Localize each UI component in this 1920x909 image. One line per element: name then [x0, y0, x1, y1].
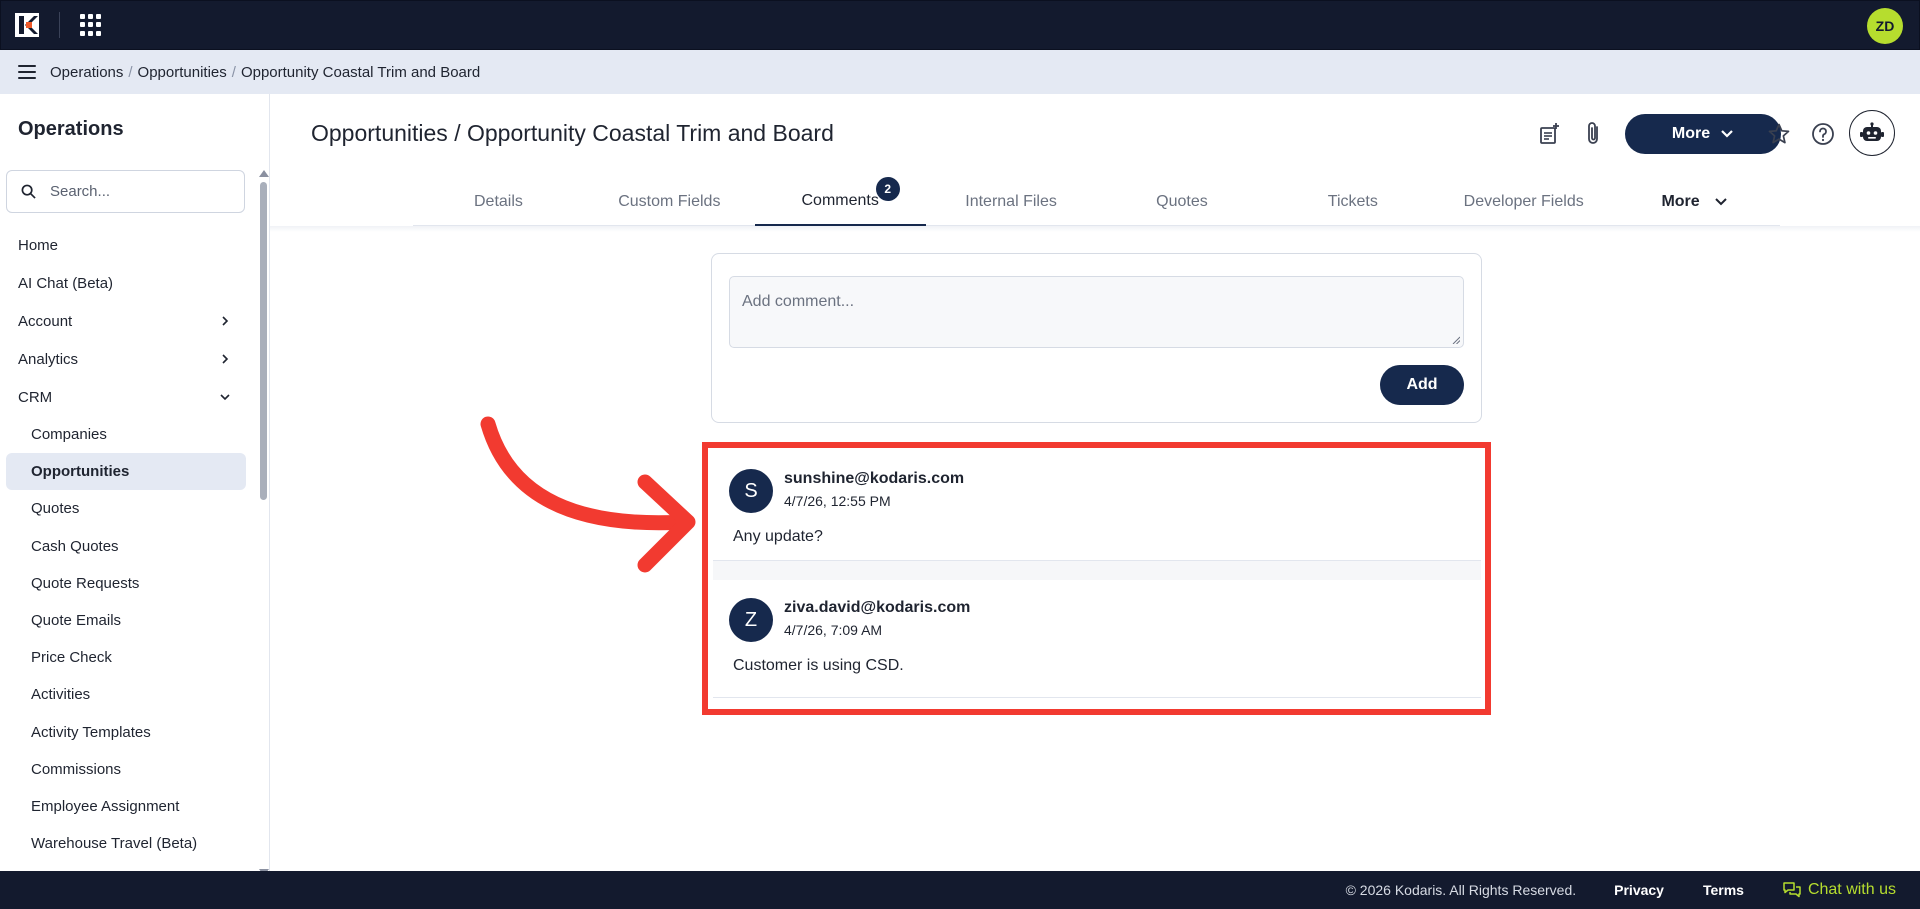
tab-bar-shadow — [270, 226, 1920, 232]
page-title: Opportunities / Opportunity Coastal Trim… — [311, 120, 834, 146]
sidebar-title: Operations — [18, 118, 124, 140]
comment-item: S sunshine@kodaris.com 4/7/26, 12:55 PM … — [713, 451, 1481, 569]
comment-author: ziva.david@kodaris.com — [784, 599, 971, 616]
sidebar: Operations Home AI Chat (Beta) Account A… — [0, 94, 270, 876]
sidebar-item-account[interactable]: Account — [0, 302, 252, 340]
help-icon[interactable] — [1809, 120, 1837, 148]
tab-quotes[interactable]: Quotes — [1097, 178, 1268, 226]
tab-details[interactable]: Details — [413, 178, 584, 226]
sidebar-item-crm[interactable]: CRM — [0, 378, 252, 416]
sidebar-item-employee-assignment[interactable]: Employee Assignment — [0, 788, 252, 825]
breadcrumb-opportunities[interactable]: Opportunities — [138, 64, 227, 81]
comments-count-badge: 2 — [875, 177, 900, 201]
sidebar-item-quotes[interactable]: Quotes — [0, 490, 252, 527]
sidebar-item-label: Analytics — [18, 350, 79, 368]
sidebar-item-ai-chat[interactable]: AI Chat (Beta) — [0, 264, 252, 302]
note-add-icon[interactable] — [1535, 120, 1563, 148]
breadcrumb-separator: / — [128, 63, 133, 81]
comment-timestamp: 4/7/26, 7:09 AM — [784, 622, 883, 638]
comment-body: Customer is using CSD. — [733, 657, 904, 674]
sidebar-item-companies[interactable]: Companies — [0, 416, 252, 453]
sidebar-item-analytics[interactable]: Analytics — [0, 340, 252, 378]
comment-input[interactable] — [729, 276, 1464, 348]
search-input[interactable] — [50, 183, 230, 200]
star-icon[interactable] — [1765, 120, 1793, 148]
tab-comments-label: Comments — [801, 192, 879, 209]
sidebar-search[interactable] — [6, 170, 245, 213]
apps-grid-icon[interactable] — [80, 14, 102, 36]
tab-more[interactable]: More — [1609, 178, 1780, 226]
footer: © 2026 Kodaris. All Rights Reserved. Pri… — [0, 871, 1920, 909]
footer-terms-link[interactable]: Terms — [1703, 882, 1744, 898]
ai-assistant-button[interactable] — [1849, 110, 1895, 156]
comment-divider — [713, 560, 1481, 580]
sidebar-item-quote-emails[interactable]: Quote Emails — [0, 602, 252, 639]
tab-more-label: More — [1661, 193, 1700, 210]
sidebar-item-activities[interactable]: Activities — [0, 676, 252, 713]
attachment-icon[interactable] — [1580, 120, 1608, 148]
footer-copyright: © 2026 Kodaris. All Rights Reserved. — [1345, 882, 1577, 898]
sidebar-item-activity-templates[interactable]: Activity Templates — [0, 714, 252, 751]
chevron-down-icon — [220, 394, 230, 401]
sidebar-item-warehouse-travel[interactable]: Warehouse Travel (Beta) — [0, 825, 252, 862]
resize-grip-icon[interactable] — [1452, 336, 1460, 344]
tab-bar: Details Custom Fields Comments 2 Interna… — [413, 177, 1780, 226]
sidebar-item-label: Home — [18, 236, 59, 254]
sidebar-nav: Home AI Chat (Beta) Account Analytics CR… — [0, 226, 252, 862]
comment-avatar: S — [729, 469, 773, 513]
chevron-right-icon — [222, 316, 229, 326]
tab-comments[interactable]: Comments 2 — [754, 177, 926, 226]
sidebar-item-label: Account — [18, 312, 73, 330]
comment-timestamp: 4/7/26, 12:55 PM — [784, 493, 891, 509]
chevron-down-icon — [1714, 198, 1727, 206]
scroll-up-arrow[interactable] — [259, 170, 269, 177]
sidebar-item-quote-requests[interactable]: Quote Requests — [0, 565, 252, 602]
sidebar-item-price-check[interactable]: Price Check — [0, 639, 252, 676]
search-icon — [21, 184, 36, 199]
more-actions-label: More — [1671, 125, 1711, 142]
tab-developer-fields[interactable]: Developer Fields — [1438, 178, 1609, 226]
comment-composer: Add — [711, 253, 1482, 423]
sidebar-item-label: AI Chat (Beta) — [18, 274, 114, 292]
breadcrumb-separator: / — [231, 63, 236, 81]
comment-body: Any update? — [733, 528, 823, 545]
breadcrumb-bar: Operations / Opportunities / Opportunity… — [0, 50, 1920, 94]
chat-label: Chat with us — [1807, 881, 1896, 898]
more-actions-button[interactable]: More — [1625, 114, 1781, 154]
menu-icon[interactable] — [18, 65, 36, 79]
top-bar: ZD — [0, 0, 1920, 50]
tab-internal-files[interactable]: Internal Files — [926, 178, 1097, 226]
annotation-arrow-icon — [480, 416, 696, 573]
sidebar-scrollbar[interactable] — [258, 170, 269, 876]
chat-icon — [1783, 882, 1801, 898]
breadcrumb-operations[interactable]: Operations — [50, 64, 123, 81]
tab-custom-fields[interactable]: Custom Fields — [584, 178, 755, 226]
comment-avatar: Z — [729, 598, 773, 642]
kodaris-logo[interactable] — [15, 13, 39, 37]
topbar-divider — [59, 12, 60, 38]
chevron-down-icon — [1721, 130, 1733, 138]
scroll-thumb[interactable] — [260, 182, 267, 500]
comment-item: Z ziva.david@kodaris.com 4/7/26, 7:09 AM… — [713, 580, 1481, 698]
sidebar-item-home[interactable]: Home — [0, 226, 252, 264]
footer-privacy-link[interactable]: Privacy — [1614, 882, 1664, 898]
user-avatar[interactable]: ZD — [1867, 8, 1903, 44]
add-comment-button[interactable]: Add — [1380, 365, 1464, 405]
sidebar-item-opportunities[interactable]: Opportunities — [6, 453, 246, 491]
chat-with-us-button[interactable]: Chat with us — [1783, 881, 1896, 899]
sidebar-item-cash-quotes[interactable]: Cash Quotes — [0, 528, 252, 565]
chevron-right-icon — [222, 354, 229, 364]
sidebar-item-commissions[interactable]: Commissions — [0, 751, 252, 788]
breadcrumb-current: Opportunity Coastal Trim and Board — [240, 63, 481, 81]
comment-author: sunshine@kodaris.com — [784, 470, 965, 487]
bot-icon — [1860, 122, 1884, 141]
tab-tickets[interactable]: Tickets — [1267, 178, 1438, 226]
sidebar-item-label: CRM — [18, 388, 53, 406]
